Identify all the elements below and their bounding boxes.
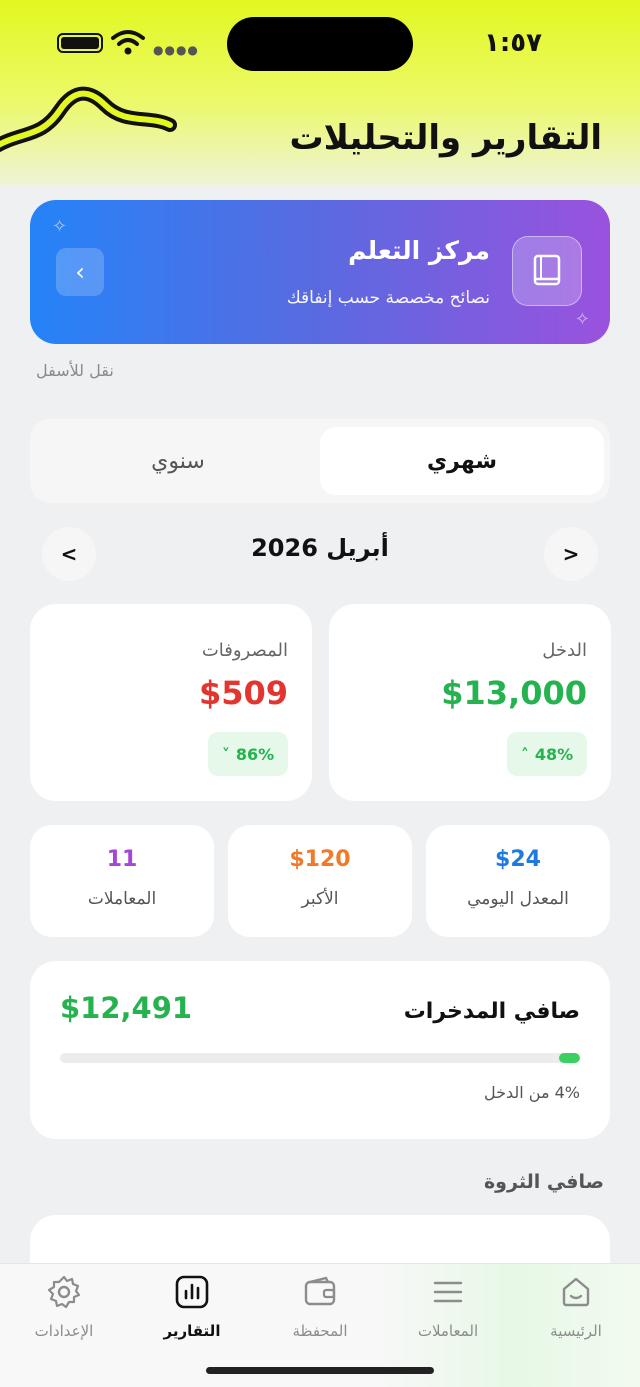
largest-card: $120 الأكبر — [228, 825, 412, 937]
gear-icon — [47, 1275, 81, 1309]
net-savings-value: $12,491 — [60, 991, 193, 1025]
net-savings-progress-fill — [559, 1053, 580, 1063]
expenses-value: $509 — [198, 674, 288, 712]
transactions-count-value: 11 — [106, 847, 138, 872]
net-savings-title: صافي المدخرات — [403, 999, 580, 1024]
chart-icon — [175, 1275, 209, 1309]
chevron-left-icon[interactable]: ‹ — [56, 248, 104, 296]
tab-transactions-label: المعاملات — [417, 1322, 479, 1340]
sparkle-icon: ✧ — [574, 309, 590, 330]
expenses-label: المصروفات — [201, 640, 288, 661]
net-savings-note: 4% من الدخل — [483, 1083, 580, 1102]
dynamic-island — [227, 17, 413, 71]
page-title: التقارير والتحليلات — [289, 118, 602, 158]
tab-transactions[interactable]: المعاملات — [384, 1274, 512, 1340]
squiggle-decoration — [0, 86, 177, 153]
net-worth-heading: صافي الثروة — [483, 1171, 604, 1193]
move-down-hint: نقل للأسفل — [36, 361, 114, 380]
income-value: $13,000 — [441, 674, 587, 712]
expenses-card: المصروفات $509 ˅ 86% — [30, 604, 312, 801]
tab-yearly[interactable]: سنوي — [36, 427, 320, 495]
learning-center-card[interactable]: ✧ ✧ مركز التعلم نصائح مخصصة حسب إنفاقك ‹ — [30, 200, 610, 344]
period-toggle: شهري سنوي — [30, 419, 610, 503]
chevron-up-icon: ˄ — [520, 744, 529, 764]
home-icon — [562, 1277, 590, 1307]
daily-average-card: $24 المعدل اليومي — [426, 825, 610, 937]
header: ●●●● ١:٥٧ التقارير والتحليلات — [0, 0, 640, 185]
tab-reports[interactable]: التقارير — [128, 1274, 256, 1340]
income-label: الدخل — [542, 640, 587, 661]
signal-icon: ●●●● — [153, 43, 199, 57]
book-icon — [512, 236, 582, 306]
tab-home-label: الرئيسية — [550, 1322, 602, 1340]
expenses-badge: ˅ 86% — [208, 732, 288, 776]
list-icon — [433, 1281, 463, 1303]
income-badge: ˄ 48% — [507, 732, 587, 776]
home-indicator — [206, 1367, 434, 1374]
tab-settings-label: الإعدادات — [34, 1322, 94, 1340]
tab-wallet-label: المحفظة — [292, 1322, 348, 1340]
expenses-badge-value: 86% — [235, 744, 275, 764]
next-month-button[interactable]: > — [544, 527, 598, 581]
tab-reports-label: التقارير — [163, 1322, 221, 1340]
battery-icon — [57, 33, 103, 53]
transactions-count-label: المعاملات — [87, 889, 157, 909]
net-savings-card: صافي المدخرات $12,491 4% من الدخل — [30, 961, 610, 1139]
daily-average-label: المعدل اليومي — [467, 889, 569, 909]
daily-average-value: $24 — [495, 847, 541, 872]
tab-monthly[interactable]: شهري — [320, 427, 604, 495]
chevron-down-icon: ˅ — [221, 744, 230, 764]
wifi-icon — [111, 30, 145, 55]
net-savings-progress-bar — [60, 1053, 580, 1063]
learning-center-subtitle: نصائح مخصصة حسب إنفاقك — [286, 288, 490, 308]
income-card: الدخل $13,000 ˄ 48% — [329, 604, 611, 801]
largest-value: $120 — [289, 847, 351, 872]
tab-home[interactable]: الرئيسية — [512, 1274, 640, 1340]
learning-center-title: مركز التعلم — [348, 236, 490, 265]
income-badge-value: 48% — [534, 744, 574, 764]
tab-settings[interactable]: الإعدادات — [0, 1274, 128, 1340]
transactions-count-card: 11 المعاملات — [30, 825, 214, 937]
wallet-icon — [304, 1276, 336, 1306]
status-time: ١:٥٧ — [483, 28, 542, 58]
tab-wallet[interactable]: المحفظة — [256, 1274, 384, 1340]
sparkle-icon: ✧ — [52, 216, 68, 237]
largest-label: الأكبر — [301, 889, 339, 909]
